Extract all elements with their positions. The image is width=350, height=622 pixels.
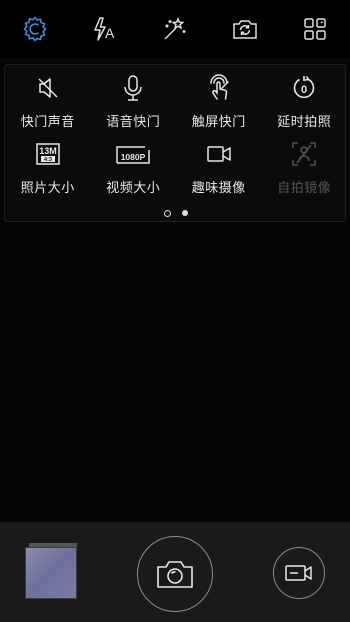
settings-gear-icon [23, 16, 47, 42]
fun-video-icon [207, 146, 231, 162]
flash-auto-label: A [105, 25, 115, 41]
timer-value: 0 [301, 84, 307, 96]
setting-label: 语音快门 [106, 114, 161, 129]
flash-button[interactable]: A [70, 0, 140, 58]
video-record-button[interactable] [273, 547, 325, 599]
setting-voice-shutter[interactable]: 语音快门 [91, 71, 177, 137]
photo-size-icon: 13M 4:3 [36, 143, 60, 165]
touch-shutter-icon [210, 74, 229, 100]
setting-shutter-sound[interactable]: 快门声音 [5, 71, 91, 137]
quick-settings-panel: 快门声音 语音快门 触屏快门 0 延时拍照 13M 4:3 照片大小 1080P… [4, 64, 346, 222]
magic-wand-filter-icon [164, 17, 186, 40]
setting-label: 趣味摄像 [191, 180, 246, 195]
setting-label: 触屏快门 [191, 114, 246, 129]
filter-button[interactable] [140, 0, 210, 58]
setting-selfie-mirror[interactable]: 自拍镜像 [262, 137, 348, 203]
shutter-button[interactable] [137, 536, 213, 612]
page-dot-active[interactable] [164, 209, 171, 217]
setting-label: 快门声音 [20, 114, 75, 129]
setting-label: 视频大小 [106, 180, 161, 195]
setting-photo-size[interactable]: 13M 4:3 照片大小 [5, 137, 91, 203]
setting-video-size[interactable]: 1080P 视频大小 [91, 137, 177, 203]
shutter-sound-muted-icon [38, 78, 58, 98]
setting-label: 延时拍照 [277, 114, 332, 129]
top-toolbar: A [0, 0, 350, 58]
page-dot[interactable] [182, 210, 188, 216]
selfie-mirror-icon [292, 142, 316, 166]
timer-icon: 0 [293, 76, 315, 99]
camera-shutter-icon [157, 561, 193, 588]
setting-timer[interactable]: 0 延时拍照 [262, 71, 348, 137]
settings-grid: 快门声音 语音快门 触屏快门 0 延时拍照 13M 4:3 照片大小 1080P… [5, 71, 347, 203]
setting-label: 照片大小 [20, 180, 75, 195]
voice-shutter-mic-icon [124, 75, 142, 101]
photo-size-value: 13M [39, 146, 57, 156]
video-size-icon: 1080P [116, 146, 150, 164]
settings-button[interactable] [0, 0, 70, 58]
bottom-control-bar [0, 522, 350, 622]
gallery-thumbnail[interactable] [25, 547, 77, 599]
video-size-value: 1080P [121, 152, 146, 162]
modes-button[interactable] [280, 0, 350, 58]
setting-touch-shutter[interactable]: 触屏快门 [176, 71, 262, 137]
page-indicator [5, 209, 347, 217]
switch-camera-button[interactable] [210, 0, 280, 58]
flash-auto-icon: A [94, 17, 115, 41]
switch-camera-icon [233, 20, 257, 39]
photo-ratio-value: 4:3 [44, 157, 52, 163]
video-record-icon [285, 565, 312, 581]
setting-fun-video[interactable]: 趣味摄像 [176, 137, 262, 203]
setting-label: 自拍镜像 [277, 180, 332, 195]
modes-grid-icon [304, 18, 326, 40]
